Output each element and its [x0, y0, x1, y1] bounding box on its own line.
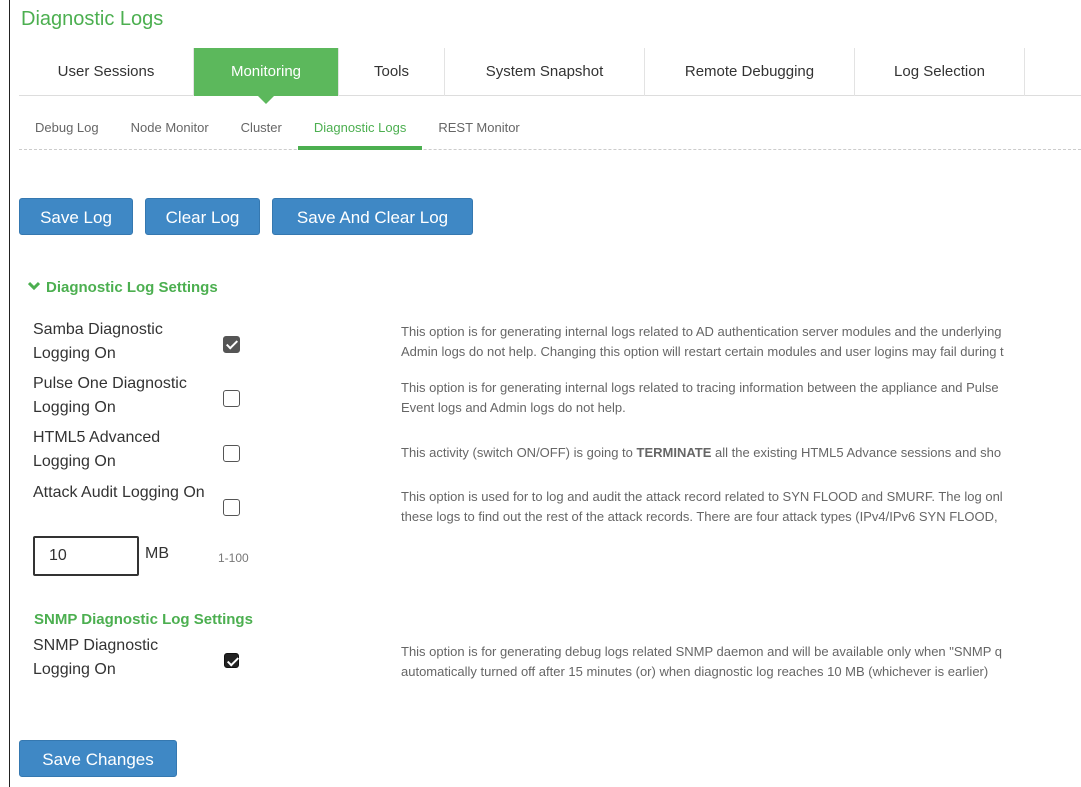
snmp-desc-line2: automatically turned off after 15 minute… [401, 664, 989, 679]
samba-logging-checkbox[interactable] [223, 336, 240, 353]
samba-logging-description: This option is for generating internal l… [401, 322, 1081, 362]
tab-system-snapshot[interactable]: System Snapshot [445, 48, 645, 96]
samba-desc-line2: Admin logs do not help. Changing this op… [401, 344, 1004, 359]
html5-logging-description: This activity (switch ON/OFF) is going t… [401, 443, 1081, 463]
samba-desc-line1: This option is for generating internal l… [401, 324, 1002, 339]
tab-monitoring[interactable]: Monitoring [194, 48, 339, 104]
tab-user-sessions[interactable]: User Sessions [19, 48, 194, 96]
save-log-button[interactable]: Save Log [19, 198, 133, 235]
tab-log-selection[interactable]: Log Selection [855, 48, 1025, 96]
attack-audit-logging-label: Attack Audit Logging On [33, 484, 205, 501]
subtab-debug-log[interactable]: Debug Log [19, 110, 115, 146]
html5-desc-pre: This activity (switch ON/OFF) is going t… [401, 445, 637, 460]
subtab-cluster[interactable]: Cluster [225, 110, 298, 146]
page-frame-border [9, 0, 10, 787]
html5-desc-terminate: TERMINATE [636, 445, 712, 460]
sub-tab-bar: Debug Log Node Monitor Cluster Diagnosti… [19, 110, 1081, 150]
chevron-down-icon [27, 278, 41, 291]
html5-desc-post: all the existing HTML5 Advance sessions … [711, 445, 1002, 460]
diagnostic-settings-toggle[interactable]: Diagnostic Log Settings [27, 278, 218, 296]
subtab-diagnostic-logs[interactable]: Diagnostic Logs [297, 110, 423, 150]
subtab-node-monitor[interactable]: Node Monitor [115, 110, 225, 146]
page-title: Diagnostic Logs [21, 8, 164, 30]
pulse-one-desc-line2: Event logs and Admin logs do not help. [401, 400, 626, 415]
diagnostic-settings-heading: Diagnostic Log Settings [46, 279, 218, 296]
log-size-unit: MB [145, 545, 169, 562]
save-and-clear-log-button[interactable]: Save And Clear Log [272, 198, 473, 235]
samba-logging-label: Samba Diagnostic Logging On [33, 321, 163, 362]
html5-logging-checkbox[interactable] [223, 445, 240, 462]
snmp-logging-label: SNMP Diagnostic Logging On [33, 637, 159, 678]
log-size-range: 1-100 [218, 551, 249, 565]
save-changes-button[interactable]: Save Changes [19, 740, 177, 777]
snmp-logging-description: This option is for generating debug logs… [401, 642, 1081, 682]
attack-audit-desc-line2: these logs to find out the rest of the a… [401, 509, 998, 524]
attack-audit-logging-description: This option is used for to log and audit… [401, 487, 1081, 527]
pulse-one-desc-line1: This option is for generating internal l… [401, 380, 999, 395]
clear-log-button[interactable]: Clear Log [145, 198, 260, 235]
main-tab-bar: User Sessions Monitoring Tools System Sn… [19, 48, 1081, 104]
attack-audit-logging-checkbox[interactable] [223, 499, 240, 516]
snmp-logging-checkbox[interactable] [224, 653, 239, 668]
pulse-one-logging-label: Pulse One Diagnostic Logging On [33, 375, 187, 416]
tab-remote-debugging[interactable]: Remote Debugging [645, 48, 855, 96]
log-size-input[interactable] [33, 536, 139, 576]
subtab-rest-monitor[interactable]: REST Monitor [422, 110, 535, 146]
pulse-one-logging-checkbox[interactable] [223, 390, 240, 407]
pulse-one-logging-description: This option is for generating internal l… [401, 378, 1081, 418]
snmp-settings-heading: SNMP Diagnostic Log Settings [34, 611, 253, 628]
snmp-desc-line1: This option is for generating debug logs… [401, 644, 1003, 659]
tab-tools[interactable]: Tools [339, 48, 445, 96]
attack-audit-desc-line1: This option is used for to log and audit… [401, 489, 1003, 504]
html5-logging-label: HTML5 Advanced Logging On [33, 429, 161, 470]
